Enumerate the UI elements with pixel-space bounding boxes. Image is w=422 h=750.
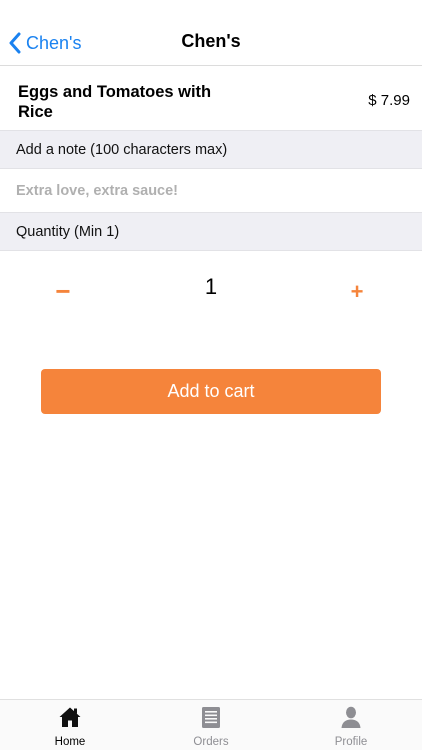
orders-icon xyxy=(202,707,220,728)
quantity-value: 1 xyxy=(204,274,218,299)
tab-orders[interactable]: Orders xyxy=(141,700,281,750)
tab-profile[interactable]: Profile xyxy=(281,700,421,750)
quantity-section-header: Quantity (Min 1) xyxy=(0,212,422,251)
increase-quantity-button[interactable]: + xyxy=(342,277,372,307)
add-to-cart-button[interactable]: Add to cart xyxy=(41,369,381,414)
item-name: Eggs and Tomatoes with Rice xyxy=(18,83,212,121)
tab-home[interactable]: Home xyxy=(0,700,140,750)
tab-bar: Home Orders Profile xyxy=(0,699,422,750)
profile-icon xyxy=(341,706,361,728)
item-price: $ 7.99 xyxy=(368,92,410,109)
quantity-header-label: Quantity (Min 1) xyxy=(16,224,120,240)
note-header-label: Add a note (100 characters max) xyxy=(16,142,228,158)
note-section-header: Add a note (100 characters max) xyxy=(0,130,422,169)
tab-orders-label: Orders xyxy=(193,736,229,748)
note-input[interactable] xyxy=(0,169,422,212)
navigation-bar: Chen's Chen's xyxy=(0,0,422,66)
home-icon xyxy=(59,707,81,727)
item-row: Eggs and Tomatoes with Rice $ 7.99 xyxy=(0,66,422,130)
page-title: Chen's xyxy=(181,31,241,51)
tab-profile-label: Profile xyxy=(334,736,368,748)
tab-home-label: Home xyxy=(54,736,86,748)
decrease-quantity-button[interactable]: − xyxy=(48,277,78,307)
